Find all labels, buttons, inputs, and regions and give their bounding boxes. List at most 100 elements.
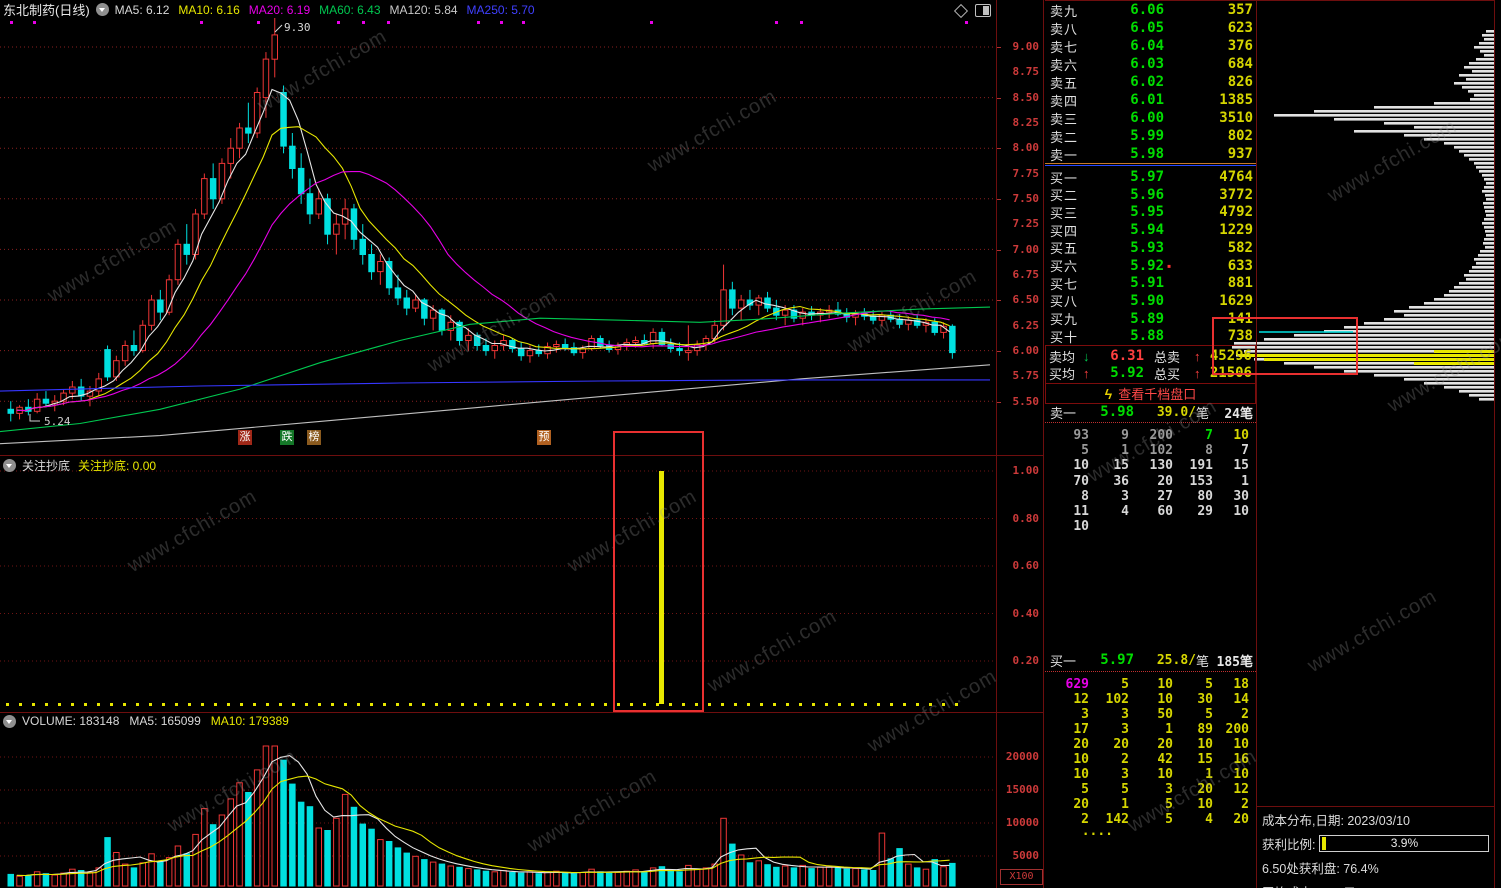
sell-row-卖七[interactable]: 卖七 6.04 376 xyxy=(1045,37,1256,55)
cost-title: 成本分布,日期: 2023/03/10 xyxy=(1262,814,1410,828)
buy-row-买四[interactable]: 买四 5.94 1229 xyxy=(1045,221,1256,239)
indicator-panel-top-border xyxy=(0,455,1043,456)
profit-at-price-line: 6.50处获利盘: 76.4% xyxy=(1262,862,1379,876)
more-trades-ellipsis[interactable]: .... xyxy=(1073,824,1113,839)
sell-price: 5.99 xyxy=(1130,128,1164,144)
price-axis-label: 6.50 xyxy=(1012,293,1040,306)
trade-grid-cell: 153 xyxy=(1189,473,1213,489)
trade-grid-cell xyxy=(1173,519,1213,534)
volume-axis-label: 15000 xyxy=(1005,783,1039,796)
dotted-separator xyxy=(1045,671,1256,672)
trade-grid-row: 5 1 102 8 7 xyxy=(1045,443,1257,458)
buy-row-买八[interactable]: 买八 5.90 1629 xyxy=(1045,292,1256,310)
buy-row-买七[interactable]: 买七 5.91 881 xyxy=(1045,274,1256,292)
trade-grid-row: 11 4 60 29 10 xyxy=(1045,504,1257,519)
buy1-per-trade: 25.8/ xyxy=(1156,652,1196,668)
trade-grid-cell: 20 xyxy=(1073,797,1089,812)
axis-tick xyxy=(997,300,1001,301)
buy-row-买一[interactable]: 买一 5.97 4764 xyxy=(1045,168,1256,186)
buy-price: 5.91 xyxy=(1130,275,1164,292)
book-right-border xyxy=(1256,0,1257,888)
collapse-chevron-icon[interactable] xyxy=(95,3,109,16)
arrow-icon: ↑ xyxy=(1194,348,1201,364)
sell-row-卖四[interactable]: 卖四 6.01 1385 xyxy=(1045,91,1256,109)
buy-price: 5.93 xyxy=(1130,239,1164,256)
ma-label: MA10: 6.16 xyxy=(178,2,240,17)
volume-axis-label: 20000 xyxy=(1005,750,1039,763)
trade-grid-cell: 70 xyxy=(1073,473,1089,489)
sell-row-卖六[interactable]: 卖六 6.03 684 xyxy=(1045,55,1256,73)
axis-tick xyxy=(997,402,1001,403)
buy-volume: 633 xyxy=(1227,257,1253,274)
sell1-label: 卖一 xyxy=(1050,405,1077,421)
ma-labels: MA5: 6.12 MA10: 6.16 MA20: 6.19 MA60: 6.43 M… xyxy=(115,3,544,17)
trade-grid-cell: 15 xyxy=(1113,458,1129,474)
window-tool-icon[interactable] xyxy=(975,4,991,17)
trade-grid-cell: 12 xyxy=(1073,692,1089,707)
sell-row-卖一[interactable]: 卖一 5.98 937 xyxy=(1045,145,1256,163)
trade-grid-row: 93 9 200 7 10 xyxy=(1045,428,1257,443)
svg-text:5.24: 5.24 xyxy=(44,415,71,428)
profit-ratio-value: 3.9% xyxy=(1390,836,1419,850)
chart-badge-预[interactable]: 预 xyxy=(537,430,551,445)
trade-grid-row: 5 5 3 20 12 xyxy=(1045,782,1257,797)
trade-grid-cell: 130 xyxy=(1149,458,1173,474)
chart-tools xyxy=(953,3,991,18)
price-axis-label: 7.75 xyxy=(1012,167,1040,180)
ma-label: MA250: 5.70 xyxy=(466,2,535,17)
collapse-chevron-icon[interactable] xyxy=(3,459,16,472)
buy-row-买五[interactable]: 买五 5.93 582 xyxy=(1045,239,1256,257)
sell-price: 6.01 xyxy=(1130,92,1164,108)
sell-row-卖五[interactable]: 卖五 6.02 826 xyxy=(1045,73,1256,91)
level2-link[interactable]: ϟ 查看千档盘口 xyxy=(1045,383,1256,404)
price-axis-label: 6.00 xyxy=(1012,344,1040,357)
trade-grid-cell: 10 xyxy=(1073,752,1089,767)
ma-label: MA120: 5.84 xyxy=(389,2,458,17)
window-right-border xyxy=(1494,0,1495,888)
arrow-icon: ↑ xyxy=(1194,365,1201,381)
chart-badge-跌[interactable]: 跌 xyxy=(280,430,294,445)
axis-tick xyxy=(997,250,1001,251)
sell-row-卖二[interactable]: 卖二 5.99 802 xyxy=(1045,127,1256,145)
trade-grid-cell: 3 xyxy=(1081,707,1089,722)
axis-left-border xyxy=(996,0,997,888)
trade-grid-cell: 5 xyxy=(1121,677,1129,692)
sell-row-卖三[interactable]: 卖三 6.00 3510 xyxy=(1045,109,1256,127)
volume-axis-label: 5000 xyxy=(1012,849,1040,862)
trade-grid-row: 70 36 20 153 1 xyxy=(1045,474,1257,489)
buy-volume: 4792 xyxy=(1219,204,1253,221)
diamond-tool-icon[interactable] xyxy=(953,3,969,18)
trade-grid-cell: 10 xyxy=(1197,797,1213,812)
ma-label: MA20: 6.19 xyxy=(248,2,311,17)
chart-badge-涨[interactable]: 涨 xyxy=(238,430,252,445)
indicator-value: 关注抄底: 0.00 xyxy=(78,459,157,473)
sell-row-卖九[interactable]: 卖九 6.06 357 xyxy=(1045,1,1256,19)
indicator-axis-label: 0.80 xyxy=(1012,512,1040,525)
buy-volume: 4764 xyxy=(1219,169,1253,185)
sell-price: 6.02 xyxy=(1130,74,1164,90)
dotted-separator xyxy=(1045,422,1256,423)
collapse-chevron-icon[interactable] xyxy=(3,714,16,728)
indicator-axis-label: 0.60 xyxy=(1012,559,1040,572)
trade-grid-cell: 7 xyxy=(1205,428,1213,443)
buy-price: 5.96 xyxy=(1130,186,1164,203)
profit-ratio-label: 获利比例: xyxy=(1262,838,1316,852)
trade-grid-cell: 2 xyxy=(1241,797,1249,812)
sell-row-卖八[interactable]: 卖八 6.05 623 xyxy=(1045,19,1256,37)
app-root: 东北制药(日线) MA5: 6.12 MA10: 6.16 MA20: 6.19 MA… xyxy=(0,0,1501,888)
trade-grid-cell xyxy=(1129,519,1173,534)
chart-badge-榜[interactable]: 榜 xyxy=(307,430,321,445)
trade-grid-cell: 10 xyxy=(1233,737,1249,752)
trade-grid-cell: 3 xyxy=(1121,767,1129,782)
summary-price: 5.92 xyxy=(1110,365,1144,381)
price-axis-label: 8.75 xyxy=(1012,65,1040,78)
buy-row-买六[interactable]: 买六 5.92 ▪ 633 xyxy=(1045,257,1256,275)
trade-grid-cell: 42 xyxy=(1157,752,1173,767)
indicator-chart xyxy=(0,470,996,706)
trade-grid-cell: 1 xyxy=(1121,797,1129,812)
trade-grid-cell: 102 xyxy=(1105,692,1129,707)
indicator-highlight-box xyxy=(613,431,704,712)
buy-row-买三[interactable]: 买三 5.95 4792 xyxy=(1045,203,1256,221)
trade-grid-cell: 5 xyxy=(1205,707,1213,722)
buy-row-买二[interactable]: 买二 5.96 3772 xyxy=(1045,186,1256,204)
